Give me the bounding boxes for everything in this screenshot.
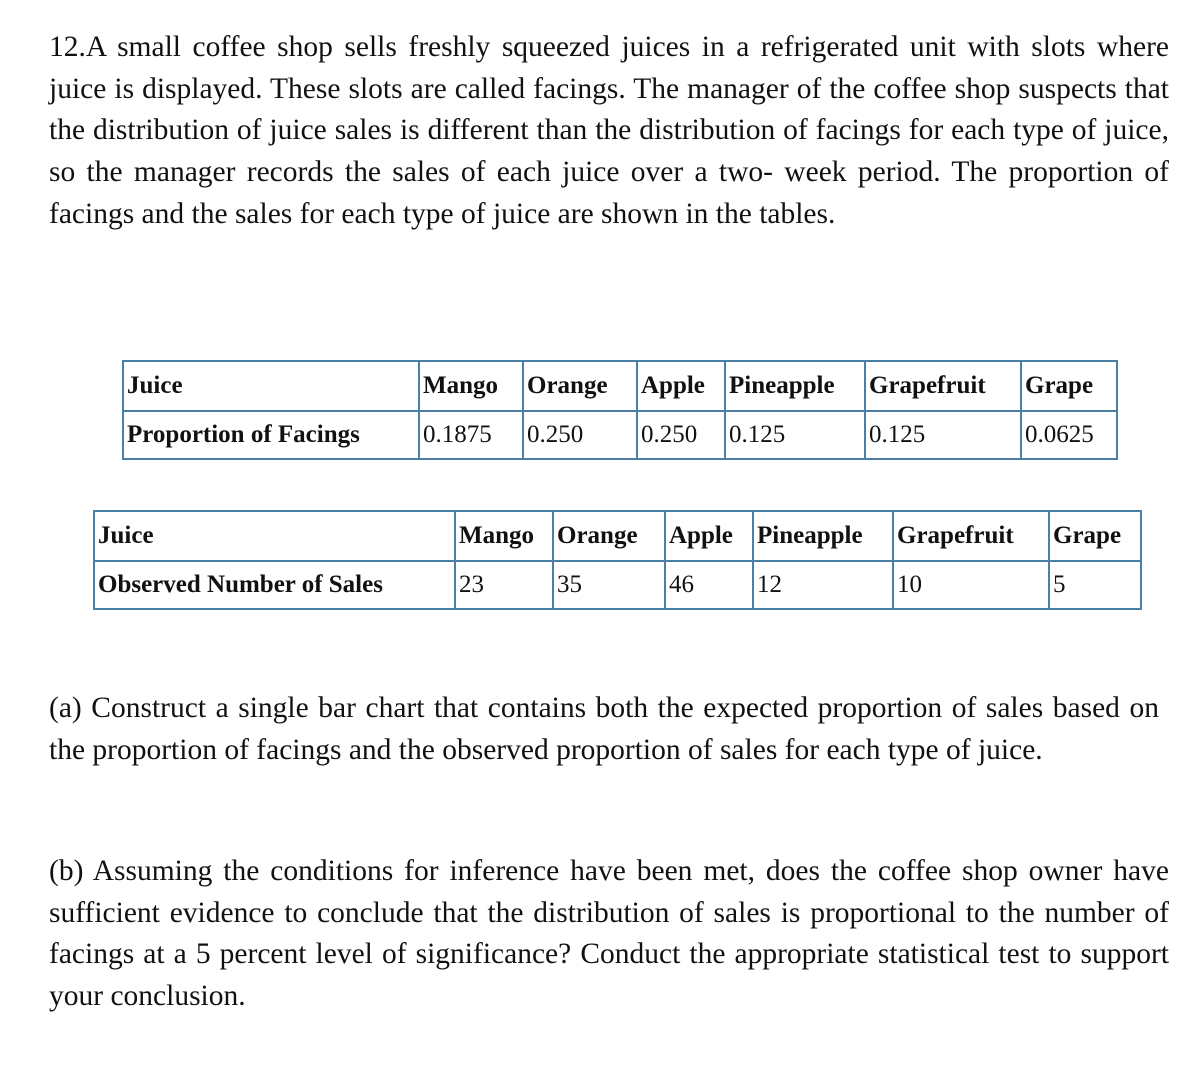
question-part-b: (b) Assuming the conditions for inferenc… — [49, 855, 1169, 1013]
juice-header: Grape — [1048, 510, 1142, 562]
table-header-row: Juice Mango Orange Apple Pineapple Grape… — [93, 510, 1142, 562]
facings-table: Juice Mango Orange Apple Pineapple Grape… — [122, 360, 1118, 460]
table-cell: 12 — [752, 560, 894, 610]
row-label: Proportion of Facings — [122, 410, 420, 460]
header-label: Juice — [122, 360, 420, 412]
question-part-a: (a) Construct a single bar chart that co… — [49, 692, 1159, 766]
table-cell: 46 — [664, 560, 754, 610]
table-cell: 0.125 — [724, 410, 866, 460]
juice-header: Pineapple — [752, 510, 894, 562]
table-cell: 0.250 — [522, 410, 638, 460]
table-row: Observed Number of Sales 23 35 46 12 10 … — [93, 560, 1142, 610]
table-cell: 5 — [1048, 560, 1142, 610]
juice-header: Grape — [1020, 360, 1118, 412]
juice-header: Mango — [418, 360, 524, 412]
table-cell: 0.250 — [636, 410, 726, 460]
juice-header: Apple — [664, 510, 754, 562]
sales-table: Juice Mango Orange Apple Pineapple Grape… — [93, 510, 1142, 610]
juice-header: Grapefruit — [864, 360, 1022, 412]
juice-header: Apple — [636, 360, 726, 412]
row-label: Observed Number of Sales — [93, 560, 456, 610]
juice-header: Grapefruit — [892, 510, 1050, 562]
table-row: Proportion of Facings 0.1875 0.250 0.250… — [122, 410, 1118, 460]
table-cell: 0.0625 — [1020, 410, 1118, 460]
juice-header: Pineapple — [724, 360, 866, 412]
table-cell: 0.125 — [864, 410, 1022, 460]
table-cell: 10 — [892, 560, 1050, 610]
table-cell: 35 — [552, 560, 666, 610]
table-cell: 0.1875 — [418, 410, 524, 460]
header-label: Juice — [93, 510, 456, 562]
juice-header: Mango — [454, 510, 554, 562]
juice-header: Orange — [522, 360, 638, 412]
table-cell: 23 — [454, 560, 554, 610]
question-intro: 12.A small coffee shop sells freshly squ… — [49, 31, 1169, 230]
table-header-row: Juice Mango Orange Apple Pineapple Grape… — [122, 360, 1118, 412]
juice-header: Orange — [552, 510, 666, 562]
